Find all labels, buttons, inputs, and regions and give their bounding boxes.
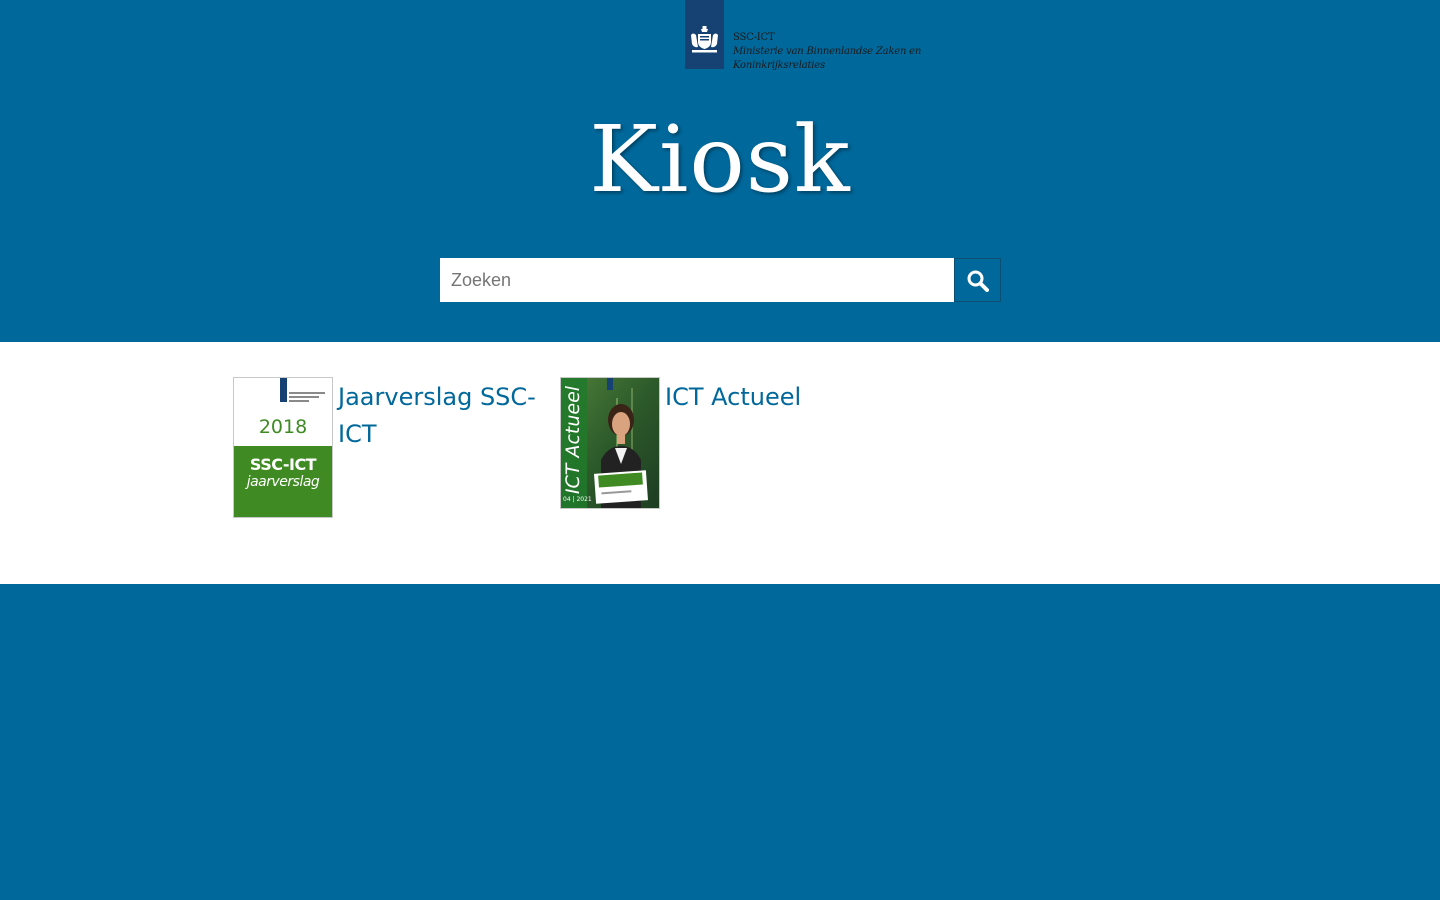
publication-title-ict-actueel[interactable]: ICT Actueel [665,379,865,416]
logo-ministry-name-cont: Koninkrijksrelaties [733,60,825,71]
royal-coat-of-arms-icon [685,0,724,69]
search-form [440,258,1001,302]
logo-org-name: SSC-ICT [733,32,775,43]
publication-list: 2018 SSC-ICT jaarverslag Jaarverslag SSC… [0,342,1440,584]
cover-title: SSC-ICT [249,455,317,474]
search-icon [967,270,989,292]
footer [0,584,1440,900]
cover-year: 2018 [258,416,308,438]
ministry-logo[interactable]: SSC-ICT Ministerie van Binnenlandse Zake… [685,0,921,75]
cover-masthead: ICT Actueel [562,385,584,495]
page-title: Kiosk [589,106,851,213]
publication-cover-ict-actueel[interactable]: ICT Actueel 04 | 2021 [560,377,660,509]
logo-ministry-name: Ministerie van Binnenlandse Zaken en [733,46,922,57]
logo-text: SSC-ICT Ministerie van Binnenlandse Zake… [733,31,921,73]
search-button[interactable] [954,258,1001,302]
cover-issue: 04 | 2021 [563,496,592,503]
publication-title-jaarverslag[interactable]: Jaarverslag SSC-ICT [338,379,538,453]
publication-cover-jaarverslag[interactable]: 2018 SSC-ICT jaarverslag [233,377,333,518]
header: SSC-ICT Ministerie van Binnenlandse Zake… [0,0,1440,342]
cover-subtitle: jaarverslag [246,474,320,490]
search-input[interactable] [440,258,954,302]
